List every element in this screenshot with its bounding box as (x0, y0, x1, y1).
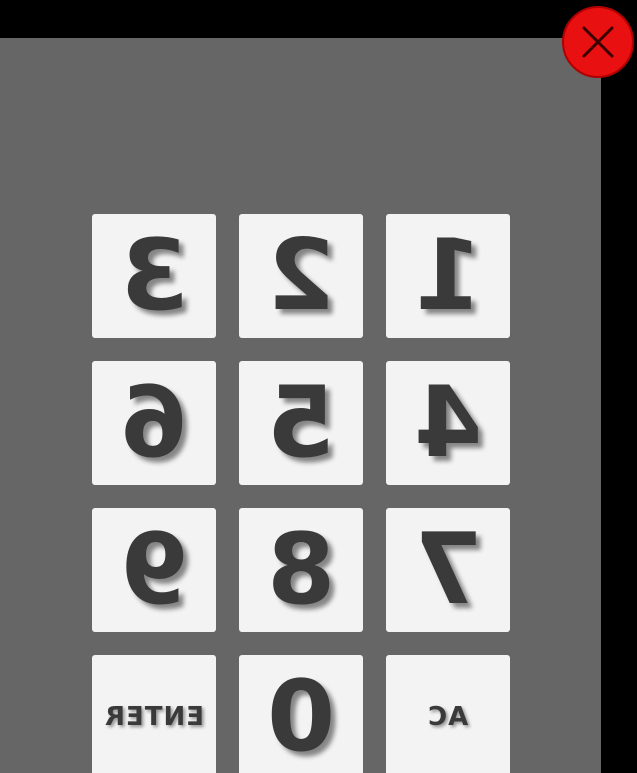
key-4[interactable]: 4 (386, 361, 510, 485)
key-label: 0 (266, 660, 336, 773)
key-8[interactable]: 8 (239, 508, 363, 632)
key-label: ENTER (103, 702, 205, 732)
key-label: 6 (119, 366, 189, 480)
key-label: 8 (266, 513, 336, 627)
key-9[interactable]: 9 (92, 508, 216, 632)
close-button[interactable] (562, 6, 634, 78)
key-label: AC (427, 702, 469, 732)
key-label: 3 (119, 219, 189, 333)
key-7[interactable]: 7 (386, 508, 510, 632)
key-1[interactable]: 1 (386, 214, 510, 338)
close-icon (582, 26, 614, 58)
key-6[interactable]: 6 (92, 361, 216, 485)
key-label: 1 (413, 219, 483, 333)
clear-key[interactable]: AC (386, 655, 510, 773)
key-label: 7 (413, 513, 483, 627)
key-2[interactable]: 2 (239, 214, 363, 338)
key-label: 4 (413, 366, 483, 480)
key-label: 5 (266, 366, 336, 480)
keypad-grid: 3 2 1 6 5 4 9 8 7 ENTER 0 AC (92, 214, 510, 773)
key-label: 9 (119, 513, 189, 627)
keypad-panel: 3 2 1 6 5 4 9 8 7 ENTER 0 AC (0, 38, 601, 773)
key-label: 2 (266, 219, 336, 333)
key-5[interactable]: 5 (239, 361, 363, 485)
game-screen: 3 2 1 6 5 4 9 8 7 ENTER 0 AC (0, 0, 637, 773)
key-0[interactable]: 0 (239, 655, 363, 773)
enter-key[interactable]: ENTER (92, 655, 216, 773)
key-3[interactable]: 3 (92, 214, 216, 338)
